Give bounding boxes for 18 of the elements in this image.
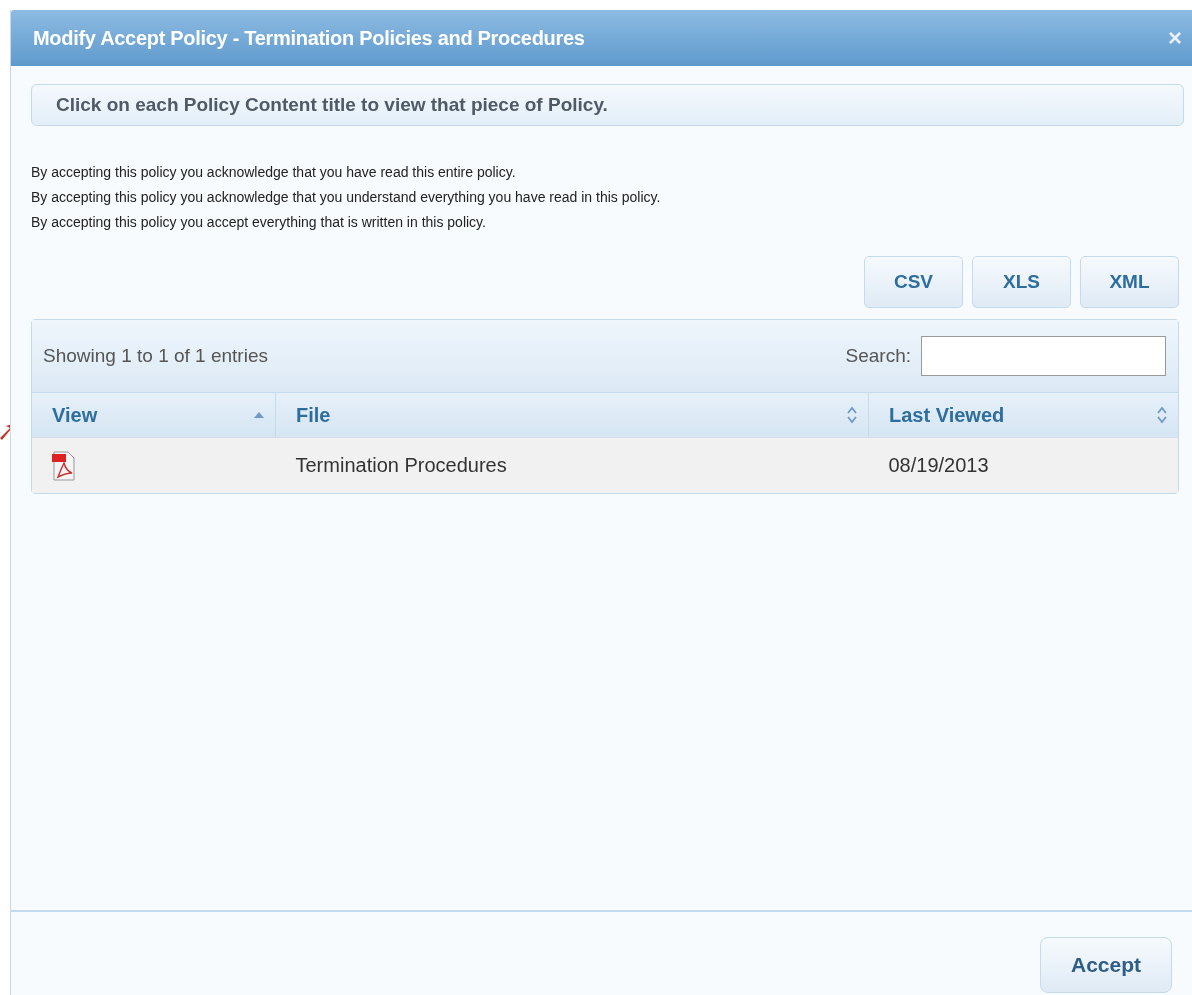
column-header[interactable]: File bbox=[275, 393, 869, 438]
window-title: Modify Accept Policy - Termination Policies and Procedures bbox=[33, 26, 585, 50]
policy-statement: By accepting this policy you accept everything that is written in this policy. bbox=[31, 213, 486, 232]
export-button[interactable]: CSV bbox=[864, 256, 963, 308]
accept-button[interactable]: Accept bbox=[1040, 936, 1172, 993]
policy-statement: By accepting this policy you acknowledge that you have read this entire policy. bbox=[31, 163, 516, 182]
info-banner: Click on each Policy Content title to view that piece of Policy. bbox=[31, 84, 1184, 126]
export-button[interactable]: XML bbox=[1080, 256, 1179, 308]
entries-info: Showing 1 to 1 of 1 entries bbox=[43, 345, 268, 367]
pdf-file-icon[interactable] bbox=[52, 450, 76, 481]
table-cell: 08/19/2013 bbox=[868, 437, 1178, 493]
export-button[interactable]: XLS bbox=[972, 256, 1071, 308]
search-field[interactable] bbox=[921, 336, 1166, 376]
column-header[interactable]: Last Viewed bbox=[868, 393, 1178, 438]
column-header[interactable]: View bbox=[32, 393, 276, 438]
policy-statement: By accepting this policy you acknowledge that you understand everything you have read in this policy. bbox=[31, 188, 661, 207]
table-cell: Termination Procedures bbox=[275, 437, 869, 493]
search-label: Search: bbox=[845, 345, 911, 367]
